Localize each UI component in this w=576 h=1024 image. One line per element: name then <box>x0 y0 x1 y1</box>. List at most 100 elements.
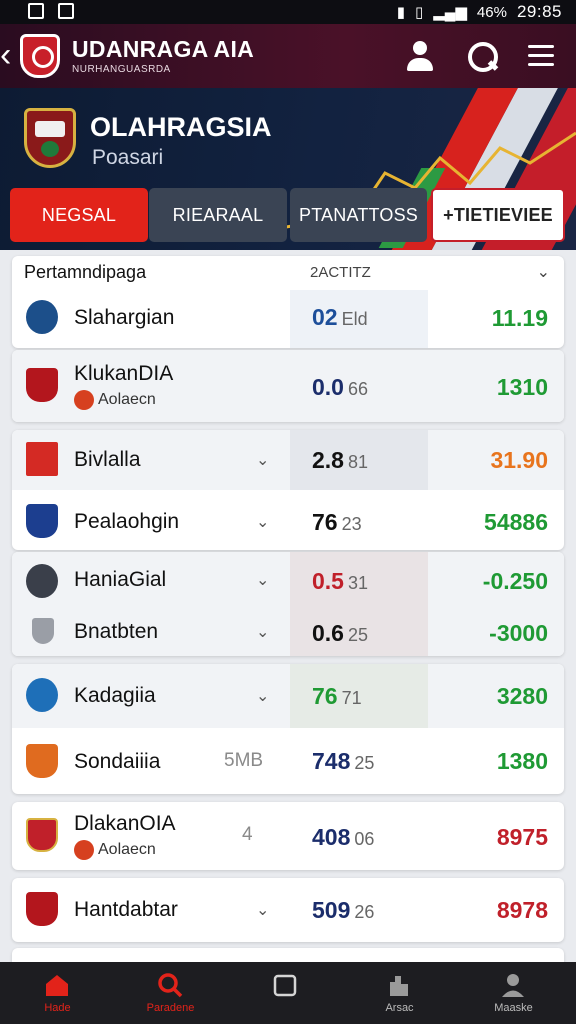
match-row[interactable]: Slahargian 02 Eld 11.19 <box>12 290 564 348</box>
odds-value[interactable]: 1380 <box>497 748 548 775</box>
search-icon[interactable] <box>466 40 498 72</box>
match-row[interactable]: DlakanOIA Aolaecn 4 408 06 8975 <box>12 802 564 870</box>
team-subtitle: Aolaecn <box>74 390 156 410</box>
profile-icon <box>502 974 524 997</box>
vibrate-icon: ▮ <box>396 4 405 21</box>
match-score: 02 Eld <box>312 304 368 330</box>
team-name: DlakanOIA <box>74 812 176 835</box>
chevron-down-icon[interactable]: ⌄ <box>256 450 269 470</box>
team-badge-icon <box>26 678 58 712</box>
team-badge-icon <box>26 368 58 402</box>
chevron-down-icon[interactable]: ⌄ <box>256 900 269 920</box>
match-score: 0.0 66 <box>312 374 369 400</box>
team-badge-icon <box>26 564 58 598</box>
extra-info: 5MB <box>224 750 264 771</box>
match-score: 509 26 <box>312 897 375 923</box>
extra-info: 4 <box>242 824 253 845</box>
app-header: ‹ UDANRAGA AIA NURHANGUASRDA <box>0 24 576 88</box>
match-card: Kadagiia ⌄ 76 71 3280 Sondaiiia 5MB 748 25… <box>12 664 564 794</box>
team-name: Slahargian <box>74 306 175 329</box>
match-row-group: HaniaGial ⌄ 0.5 31 -0.250 Bnatbten ⌄ 0.6 2… <box>12 552 564 656</box>
match-score: 76 23 <box>312 509 362 535</box>
tab-2[interactable]: RIEARAAL <box>149 188 287 242</box>
team-name: Sondaiiia <box>74 750 161 773</box>
chevron-down-icon[interactable]: ⌄ <box>256 622 269 642</box>
team-subtitle: Aolaecn <box>74 840 156 860</box>
team-name: HaniaGial <box>74 568 167 591</box>
search-icon <box>158 973 183 998</box>
odds-value[interactable]: 3280 <box>497 683 548 710</box>
match-row[interactable]: Sondaiiia 5MB 748 25 1380 <box>12 728 564 794</box>
menu-icon[interactable] <box>526 40 558 72</box>
match-card: DlakanOIA Aolaecn 4 408 06 8975 <box>12 802 564 870</box>
match-row[interactable]: Pealaohgin ⌄ 76 23 54886 <box>12 490 564 550</box>
team-name: Bivlalla <box>74 448 141 471</box>
team-badge-icon <box>26 744 58 778</box>
team-badge-icon <box>26 442 58 476</box>
hero-title: OLAHRAGSIA <box>90 112 272 142</box>
match-card: Pertamndipaga 2ACTITZ ⌄ Slahargian 02 Eld… <box>12 256 564 348</box>
chevron-down-icon[interactable]: ⌄ <box>256 686 269 706</box>
nav-search[interactable]: Paradene <box>113 962 228 1024</box>
chevron-down-icon[interactable]: ⌄ <box>256 570 269 590</box>
match-card: KlukanDIA Aolaecn 0.0 66 1310 <box>12 350 564 422</box>
odds-value[interactable]: 8978 <box>497 897 548 924</box>
user-icon[interactable] <box>404 40 436 72</box>
home-icon <box>46 975 68 996</box>
app-title: UDANRAGA AIA <box>72 36 255 62</box>
team-badge-icon <box>26 892 58 926</box>
odds-value[interactable]: 54886 <box>484 509 548 536</box>
odds-value[interactable]: -3000 <box>489 620 548 647</box>
match-card: Hantdabtar ⌄ 509 26 8978 <box>12 878 564 942</box>
match-score: 76 71 <box>312 683 362 709</box>
tab-3[interactable]: PTANATTOSS <box>290 188 427 242</box>
club-logo <box>20 34 60 78</box>
sub-badge-icon <box>74 840 94 860</box>
bottom-navigation: Hade Paradene Arsac Maaske <box>0 962 576 1024</box>
odds-value[interactable]: -0.250 <box>483 568 548 595</box>
tab-4[interactable]: +TIETIEVIEE <box>431 188 565 242</box>
chevron-down-icon[interactable]: ⌄ <box>256 512 269 532</box>
clock: 29:85 <box>516 2 562 21</box>
signal-icon: ▂▄▆ <box>433 4 467 21</box>
club-crest <box>24 108 76 168</box>
match-row[interactable]: Hantdabtar ⌄ 509 26 8978 <box>12 878 564 942</box>
match-card: HaniaGial ⌄ 0.5 31 -0.250 Bnatbten ⌄ 0.6 2… <box>12 552 564 656</box>
competition-picker[interactable]: Pertamndipaga 2ACTITZ ⌄ <box>12 256 564 290</box>
chevron-down-icon[interactable]: ⌄ <box>537 262 550 282</box>
match-score: 0.6 25 <box>312 620 369 646</box>
team-name: KlukanDIA <box>74 362 174 385</box>
team-name: Hantdabtar <box>74 898 178 921</box>
team-badge-icon <box>26 818 58 852</box>
odds-value[interactable]: 11.19 <box>492 305 548 332</box>
odds-value[interactable]: 31.90 <box>490 447 548 474</box>
match-row[interactable]: Kadagiia ⌄ 76 71 3280 <box>12 664 564 728</box>
tab-1[interactable]: NEGSAL <box>10 188 148 242</box>
app-subtitle: NURHANGUASRDA <box>72 64 171 75</box>
image-icon <box>58 3 74 19</box>
odds-value[interactable]: 1310 <box>497 374 548 401</box>
competition-select[interactable]: 2ACTITZ <box>310 264 371 281</box>
battery-level: 46% <box>476 3 507 21</box>
team-name: Pealaohgin <box>74 510 180 533</box>
hero-subtitle: Poasari <box>92 146 164 169</box>
competition-label: Pertamndipaga <box>24 262 147 282</box>
nav-stats[interactable]: Arsac <box>342 962 457 1024</box>
nav-home[interactable]: Hade <box>0 962 115 1024</box>
stats-icon <box>390 976 408 996</box>
team-badge-icon <box>26 300 58 334</box>
notification-icon <box>28 3 44 19</box>
match-row[interactable]: Bivlalla ⌄ 2.8 81 31.90 <box>12 430 564 490</box>
calendar-icon <box>273 974 297 997</box>
team-badge-icon <box>32 618 54 644</box>
back-chevron-icon[interactable]: ‹ <box>0 38 11 72</box>
match-score: 2.8 81 <box>312 447 369 473</box>
nav-profile[interactable]: Maaske <box>456 962 571 1024</box>
match-row[interactable]: KlukanDIA Aolaecn 0.0 66 1310 <box>12 350 564 422</box>
nav-calendar[interactable] <box>228 962 343 1024</box>
match-score: 748 25 <box>312 748 375 774</box>
team-name: Bnatbten <box>74 620 159 643</box>
odds-value[interactable]: 8975 <box>497 824 548 851</box>
team-name: Kadagiia <box>74 684 156 707</box>
match-card: Bivlalla ⌄ 2.8 81 31.90 Pealaohgin ⌄ 76 23… <box>12 430 564 550</box>
